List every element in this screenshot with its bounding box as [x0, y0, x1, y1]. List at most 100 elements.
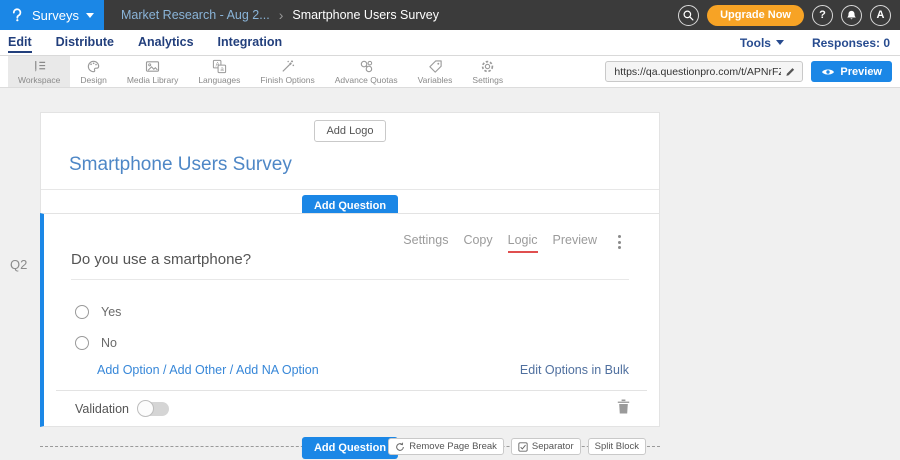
nav-tabs: Edit Distribute Analytics Integration — [0, 32, 282, 53]
translate-icon: Aa — [212, 59, 227, 74]
help-button[interactable]: ? — [812, 5, 833, 26]
questionpro-logo-icon — [9, 7, 25, 23]
question-number: Q2 — [10, 257, 27, 272]
preview-button[interactable]: Preview — [811, 61, 892, 82]
breadcrumb-survey-name: Smartphone Users Survey — [292, 8, 439, 22]
search-icon — [682, 9, 695, 22]
surveys-product-menu[interactable]: Surveys — [0, 0, 104, 30]
tools-label: Tools — [740, 36, 771, 50]
top-bar: Surveys Market Research - Aug 2... › Sma… — [0, 0, 900, 30]
tab-edit[interactable]: Edit — [8, 32, 32, 53]
option-add-links: Add Option / Add Other / Add NA Option — [97, 363, 319, 377]
tools-menu[interactable]: Tools — [740, 36, 784, 50]
tab-integration[interactable]: Integration — [218, 32, 283, 53]
toolbar-label: Advance Quotas — [335, 75, 398, 85]
eye-icon — [821, 67, 835, 77]
radio-button[interactable] — [75, 305, 89, 319]
question-tab-logic[interactable]: Logic — [508, 233, 538, 253]
question-tab-copy[interactable]: Copy — [463, 233, 492, 251]
palette-icon — [86, 59, 101, 74]
split-block-label: Split Block — [595, 441, 639, 452]
toolbar-item-design[interactable]: Design — [70, 56, 116, 87]
toolbar-item-variables[interactable]: Variables — [408, 56, 463, 87]
checkbox-icon — [518, 442, 528, 452]
divider — [56, 390, 647, 391]
separator-label: Separator — [532, 441, 574, 452]
logo-row: Add Logo — [41, 113, 659, 142]
toolbar-label: Finish Options — [260, 75, 314, 85]
toolbar-item-advance-quotas[interactable]: Advance Quotas — [325, 56, 408, 87]
section-nav: Edit Distribute Analytics Integration To… — [0, 30, 900, 56]
topbar-actions: Upgrade Now ? A — [678, 5, 900, 26]
option-label[interactable]: Yes — [101, 305, 121, 319]
edit-url-button[interactable] — [784, 66, 802, 78]
notifications-button[interactable] — [841, 5, 862, 26]
survey-url-box — [605, 61, 803, 82]
link-separator: / — [160, 363, 170, 377]
search-button[interactable] — [678, 5, 699, 26]
chevron-down-icon — [776, 40, 784, 45]
edit-options-in-bulk-link[interactable]: Edit Options in Bulk — [520, 363, 629, 377]
avatar-initial: A — [877, 9, 885, 21]
toolbar-item-workspace[interactable]: Workspace — [8, 56, 70, 87]
image-icon — [145, 59, 160, 74]
chevron-down-icon — [86, 13, 94, 18]
toolbar-item-finish-options[interactable]: Finish Options — [250, 56, 324, 87]
responses-count: Responses: 0 — [812, 36, 890, 50]
chain-icon — [359, 59, 374, 74]
question-card: Settings Copy Logic Preview Do you use a… — [40, 213, 660, 427]
option-label[interactable]: No — [101, 336, 117, 350]
validation-label: Validation — [75, 402, 129, 416]
split-block-button[interactable]: Split Block — [588, 438, 646, 455]
answer-option-row: No — [75, 336, 117, 350]
separator-button[interactable]: Separator — [511, 438, 581, 455]
remove-page-break-button[interactable]: Remove Page Break — [388, 438, 504, 455]
toolbar-item-media-library[interactable]: Media Library — [117, 56, 189, 87]
svg-text:a: a — [220, 66, 224, 73]
survey-header-card: Add Logo Smartphone Users Survey Add Que… — [40, 112, 660, 224]
add-logo-button[interactable]: Add Logo — [314, 120, 385, 142]
toolbar-label: Settings — [472, 75, 503, 85]
upgrade-now-button[interactable]: Upgrade Now — [707, 5, 804, 26]
preview-label: Preview — [840, 66, 882, 78]
trash-icon — [616, 398, 631, 415]
delete-question-button[interactable] — [616, 398, 631, 415]
toolbar-label: Workspace — [18, 75, 60, 85]
tab-distribute[interactable]: Distribute — [56, 32, 114, 53]
toolbar-item-languages[interactable]: Aa Languages — [188, 56, 250, 87]
nav-right: Tools Responses: 0 — [740, 36, 900, 50]
tab-analytics[interactable]: Analytics — [138, 32, 194, 53]
question-tab-settings[interactable]: Settings — [403, 233, 448, 251]
add-question-button-bottom[interactable]: Add Question — [302, 437, 398, 459]
toolbar-label: Languages — [198, 75, 240, 85]
validation-row: Validation — [75, 402, 169, 416]
bell-icon — [845, 9, 858, 22]
gear-icon — [480, 59, 495, 74]
add-other-link[interactable]: Add Other — [169, 363, 226, 377]
question-tab-preview[interactable]: Preview — [553, 233, 597, 251]
survey-title[interactable]: Smartphone Users Survey — [69, 154, 659, 176]
breadcrumb: Market Research - Aug 2... › Smartphone … — [121, 8, 439, 22]
page-break-row: Add Question Remove Page Break Separator… — [40, 437, 660, 459]
breadcrumb-chevron-icon: › — [279, 8, 284, 22]
validation-toggle[interactable] — [139, 402, 169, 416]
question-mark-icon: ? — [819, 9, 826, 21]
radio-button[interactable] — [75, 336, 89, 350]
add-na-option-link[interactable]: Add NA Option — [236, 363, 319, 377]
avatar[interactable]: A — [870, 5, 891, 26]
toolbar-label: Media Library — [127, 75, 179, 85]
page-break-tools: Remove Page Break Separator Split Block — [388, 438, 646, 455]
toolbar-label: Design — [80, 75, 106, 85]
pencil-icon — [784, 66, 796, 78]
edit-toolbar: Workspace Design Media Library Aa Langua… — [0, 56, 900, 88]
kebab-menu-icon[interactable] — [614, 233, 625, 251]
add-option-link[interactable]: Add Option — [97, 363, 160, 377]
question-text[interactable]: Do you use a smartphone? — [71, 251, 629, 280]
breadcrumb-folder[interactable]: Market Research - Aug 2... — [121, 8, 270, 22]
tag-icon — [428, 59, 443, 74]
product-label: Surveys — [32, 8, 79, 23]
answer-option-row: Yes — [75, 305, 121, 319]
refresh-icon — [395, 442, 405, 452]
survey-url-input[interactable] — [606, 66, 784, 78]
toolbar-item-settings[interactable]: Settings — [462, 56, 513, 87]
